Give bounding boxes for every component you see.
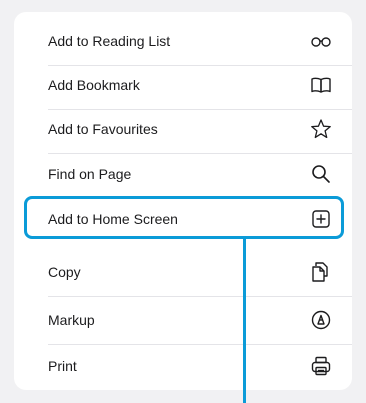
menu-item-label: Add to Reading List xyxy=(48,33,171,49)
menu-item-print[interactable]: Print xyxy=(14,342,352,390)
menu-item-add-to-reading-list[interactable]: Add to Reading List xyxy=(14,17,352,65)
menu-item-label: Add to Favourites xyxy=(48,121,158,137)
markup-pen-icon xyxy=(310,309,332,331)
menu-item-label: Find on Page xyxy=(48,166,132,182)
menu-item-add-to-favourites[interactable]: Add to Favourites xyxy=(14,105,352,153)
menu-item-copy[interactable]: Copy xyxy=(14,248,352,296)
annotation-pointer-line xyxy=(243,239,246,403)
menu-item-add-bookmark[interactable]: Add Bookmark xyxy=(14,61,352,109)
menu-item-label: Print xyxy=(48,358,77,374)
open-book-icon xyxy=(310,74,332,96)
reading-glasses-icon xyxy=(310,30,332,52)
copy-documents-icon xyxy=(310,261,332,283)
menu-item-label: Add Bookmark xyxy=(48,77,140,93)
menu-item-markup[interactable]: Markup xyxy=(14,296,352,344)
menu-item-label: Copy xyxy=(48,264,81,280)
magnifier-icon xyxy=(310,163,332,185)
highlight-box-add-to-home-screen xyxy=(24,196,344,239)
star-icon xyxy=(310,118,332,140)
menu-item-find-on-page[interactable]: Find on Page xyxy=(14,150,352,198)
menu-item-label: Markup xyxy=(48,312,95,328)
printer-icon xyxy=(310,355,332,377)
